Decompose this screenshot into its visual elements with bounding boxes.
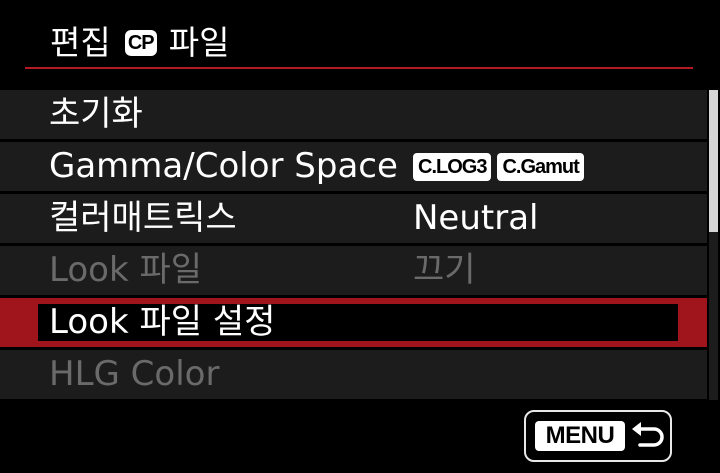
title-divider — [25, 67, 693, 69]
menu-item-look-file-settings[interactable]: Look 파일 설정 — [0, 298, 707, 347]
title-suffix: 파일 — [168, 23, 230, 62]
camera-menu-screen: 편집 CP 파일 초기화 Gamma/Color Space C.LOG3 C.… — [0, 0, 720, 473]
menu-item-hlg-color: HLG Color — [0, 350, 707, 399]
menu-back-button[interactable]: MENU — [524, 410, 672, 462]
menu-item-value: 끄기 — [413, 250, 476, 290]
return-arrow-icon — [632, 422, 664, 447]
page-title: 편집 CP 파일 — [50, 18, 229, 68]
menu-item-gamma-color-space[interactable]: Gamma/Color Space C.LOG3 C.Gamut — [0, 142, 707, 191]
cgamut-badge: C.Gamut — [497, 153, 584, 181]
scrollbar-thumb[interactable] — [709, 90, 718, 232]
menu-item-label: Look 파일 설정 — [49, 302, 276, 342]
menu-item-value: Neutral — [413, 198, 539, 238]
menu-item-label: HLG Color — [49, 354, 220, 394]
menu-item-label: Gamma/Color Space — [49, 146, 398, 186]
menu-item-label: 초기화 — [49, 94, 143, 134]
menu-item-look-file: Look 파일 끄기 — [0, 246, 707, 295]
clog3-badge: C.LOG3 — [413, 153, 492, 181]
menu-item-reset[interactable]: 초기화 — [0, 90, 707, 139]
title-prefix: 편집 — [50, 23, 111, 62]
menu-item-label: 컬러매트릭스 — [49, 198, 237, 238]
menu-item-color-matrix[interactable]: 컬러매트릭스 Neutral — [0, 194, 707, 243]
cp-icon: CP — [124, 30, 157, 56]
scrollbar[interactable] — [709, 90, 718, 400]
menu-item-label: Look 파일 — [49, 250, 203, 290]
menu-header: 편집 CP 파일 — [0, 0, 720, 86]
menu-label: MENU — [535, 421, 625, 451]
gamma-color-space-value: C.LOG3 C.Gamut — [413, 153, 584, 181]
